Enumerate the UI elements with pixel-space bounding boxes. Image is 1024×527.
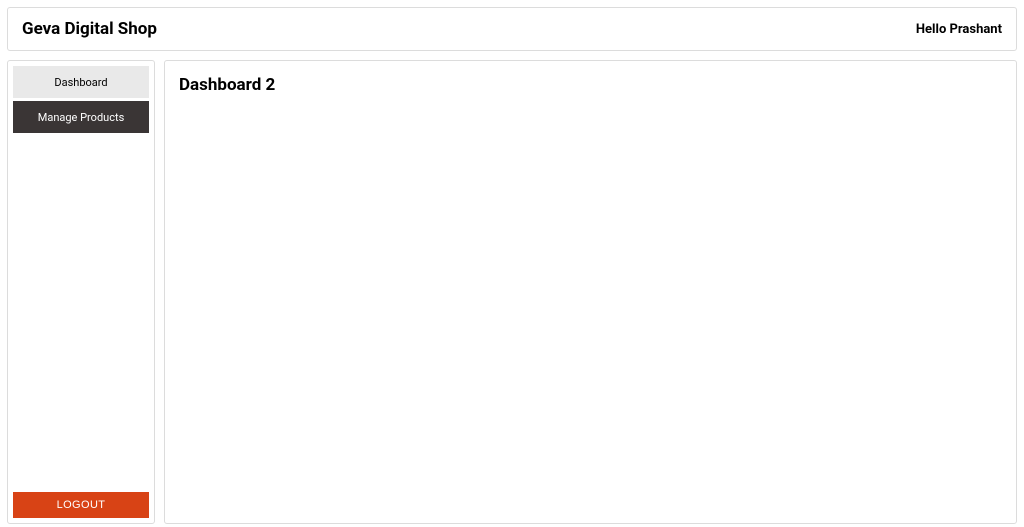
sidebar-item-manage-products[interactable]: Manage Products <box>13 101 149 133</box>
page-title: Dashboard 2 <box>179 75 1002 95</box>
sidebar-item-dashboard[interactable]: Dashboard <box>13 66 149 98</box>
logout-button[interactable]: LOGOUT <box>13 492 149 518</box>
body-layout: Dashboard Manage Products LOGOUT Dashboa… <box>7 60 1017 524</box>
logout-button-label: LOGOUT <box>57 499 106 511</box>
sidebar-item-label: Manage Products <box>38 111 125 124</box>
sidebar: Dashboard Manage Products LOGOUT <box>7 60 155 524</box>
main-content: Dashboard 2 <box>164 60 1017 524</box>
app-title: Geva Digital Shop <box>22 19 157 39</box>
header: Geva Digital Shop Hello Prashant <box>7 7 1017 51</box>
sidebar-item-label: Dashboard <box>54 76 107 89</box>
user-greeting: Hello Prashant <box>916 22 1002 37</box>
sidebar-nav: Dashboard Manage Products <box>13 66 149 492</box>
